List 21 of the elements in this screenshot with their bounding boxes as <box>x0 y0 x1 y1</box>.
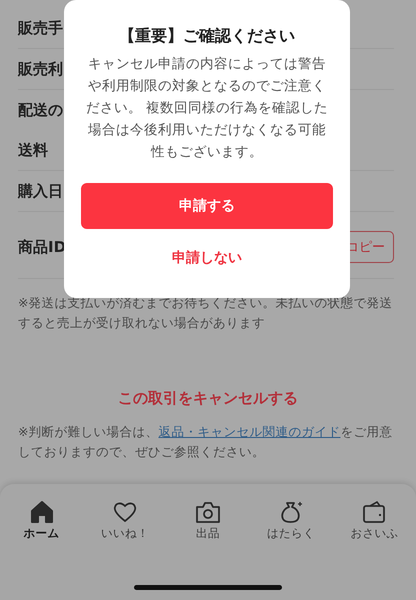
cancel-transaction-link[interactable]: この取引をキャンセルする <box>118 389 298 408</box>
wallet-icon <box>361 500 388 524</box>
apply-button[interactable]: 申請する <box>81 183 333 229</box>
home-icon <box>28 500 55 524</box>
row-label: 送料 <box>18 140 48 160</box>
row-label: 販売手 <box>18 18 63 38</box>
dialog-message: キャンセル申請の内容によっては警告や利用制限の対象となるのでご注意ください。 複数回同様の行為を確認した場合は今後利用いただけなくなる可能性もございます。 <box>84 55 330 162</box>
tab[interactable]: ホーム <box>6 500 77 541</box>
guide-note: ※判断が難しい場合は、返品・キャンセル関連のガイド をご用意しておりますので、ぜひご参照ください。 <box>18 423 394 461</box>
row-label: 販売利 <box>18 60 63 78</box>
tab[interactable]: いいね！ <box>90 500 160 541</box>
tab[interactable]: はたらく <box>256 500 326 541</box>
dialog-title: 【重要】ご確認ください <box>119 26 295 47</box>
heart-icon <box>112 500 138 524</box>
camera-icon <box>194 500 221 524</box>
tab[interactable]: おさいふ <box>339 500 410 541</box>
tab[interactable]: 出品 <box>172 500 243 541</box>
do-not-apply-button[interactable]: 申請しない <box>164 241 250 275</box>
guide-link[interactable]: 返品・キャンセル関連のガイド <box>158 424 340 439</box>
row-label: 配送の <box>18 100 63 120</box>
row-label: 購入日 <box>18 182 63 200</box>
